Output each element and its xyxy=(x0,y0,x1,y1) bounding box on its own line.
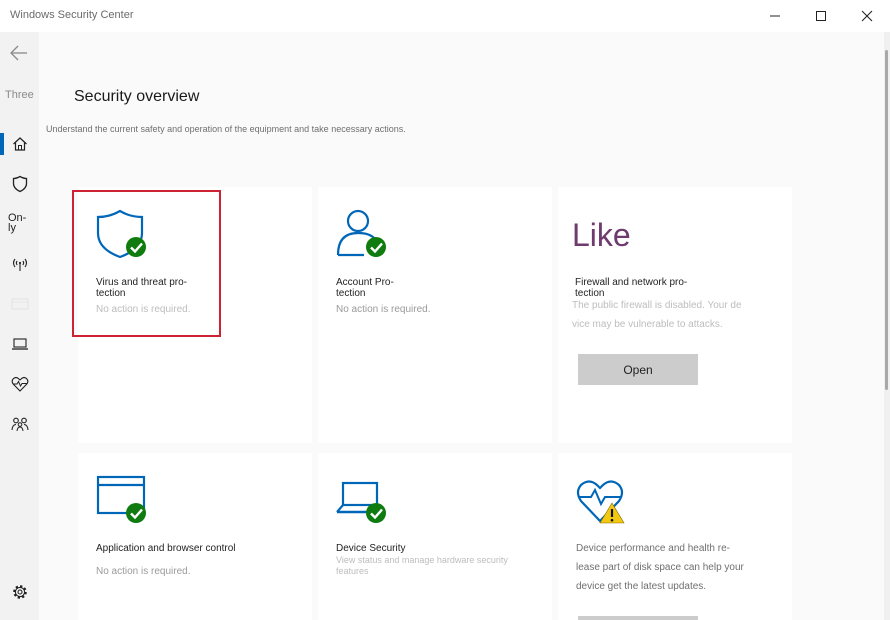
gear-icon xyxy=(13,585,27,599)
family-icon xyxy=(11,417,29,432)
window-title: Windows Security Center xyxy=(10,9,134,21)
page-title: Security overview xyxy=(74,88,200,105)
minimize-icon xyxy=(770,15,780,17)
browser-window-icon xyxy=(11,298,29,310)
card-device-security[interactable]: Device Security View status and manage h… xyxy=(318,453,552,620)
sidebar-item-home[interactable] xyxy=(9,133,31,155)
wireless-icon xyxy=(12,258,28,271)
menu-label[interactable]: Three xyxy=(5,89,34,101)
card-description-line1: The public firewall is disabled. Your de xyxy=(572,300,742,311)
user-check-icon xyxy=(336,209,386,257)
scrollbar-thumb[interactable] xyxy=(885,50,888,390)
page-description: Understand the current safety and operat… xyxy=(46,124,406,134)
shield-icon xyxy=(12,175,28,193)
card-description-line2: lease part of disk space can help your xyxy=(576,562,744,573)
active-indicator xyxy=(0,133,4,155)
card-title-line2: tection xyxy=(336,288,366,299)
sidebar-item-firewall[interactable] xyxy=(9,253,31,275)
home-icon xyxy=(13,137,27,151)
card-title-line1: Firewall and network pro- xyxy=(575,277,688,288)
card-description: The public firewall is disabled. Your de… xyxy=(572,296,782,334)
card-description: Device performance and health re- lease … xyxy=(576,539,790,596)
minimize-button[interactable] xyxy=(752,0,798,32)
card-status: No action is required. xyxy=(96,566,191,577)
laptop-check-icon xyxy=(336,481,386,523)
heart-pulse-icon xyxy=(11,376,29,392)
scrollbar[interactable] xyxy=(884,32,890,620)
card-description-line1: View status and manage hardware security xyxy=(336,555,508,565)
card-firewall-network-protection[interactable]: Like Firewall and network pro- tection T… xyxy=(558,187,792,443)
sidebar-item-account-line2: ly xyxy=(8,222,16,234)
sidebar-item-family[interactable] xyxy=(9,413,31,435)
back-arrow-icon xyxy=(10,45,27,61)
card-account-protection[interactable]: Account Pro- tection No action is requir… xyxy=(318,187,552,443)
card-description-line2: vice may be vulnerable to attacks. xyxy=(572,319,723,330)
card-title: Application and browser control xyxy=(96,543,236,554)
maximize-icon xyxy=(816,11,826,21)
card-app-browser-control[interactable]: Application and browser control No actio… xyxy=(78,453,312,620)
sidebar-item-virus-protection[interactable] xyxy=(9,173,31,195)
sidebar-item-settings[interactable] xyxy=(9,581,31,603)
main-content: Security overview Understand the current… xyxy=(39,32,884,620)
back-button[interactable] xyxy=(8,42,30,64)
sidebar: Three On- ly xyxy=(0,32,39,620)
card-title-line1: Account Pro- xyxy=(336,277,394,288)
close-button[interactable] xyxy=(844,0,890,32)
card-description-line3: device get the latest updates. xyxy=(576,581,707,592)
sidebar-item-app-browser[interactable] xyxy=(9,293,31,315)
heart-warning-icon xyxy=(576,480,625,524)
sidebar-item-device-security[interactable] xyxy=(9,333,31,355)
title-bar: Windows Security Center xyxy=(0,0,890,32)
card-title: Device Security xyxy=(336,543,406,554)
card-description-line2: features xyxy=(336,566,369,576)
sidebar-item-account[interactable]: On- ly xyxy=(8,213,26,234)
browser-check-icon xyxy=(96,475,146,523)
open-firewall-button[interactable]: Open xyxy=(578,354,698,385)
card-title: Account Pro- tection xyxy=(336,277,394,299)
firewall-image-text: Like xyxy=(572,217,631,253)
maximize-button[interactable] xyxy=(798,0,844,32)
close-icon xyxy=(861,10,873,22)
laptop-icon xyxy=(12,338,28,350)
card-description: View status and manage hardware security… xyxy=(336,555,546,577)
card-description-line1: Device performance and health re- xyxy=(576,543,730,554)
card-device-performance-health[interactable]: Device performance and health re- lease … xyxy=(558,453,792,620)
sidebar-item-device-health[interactable] xyxy=(9,373,31,395)
card-status: No action is required. xyxy=(336,304,431,315)
device-health-button-partial[interactable] xyxy=(578,616,698,620)
selection-highlight xyxy=(72,190,221,337)
